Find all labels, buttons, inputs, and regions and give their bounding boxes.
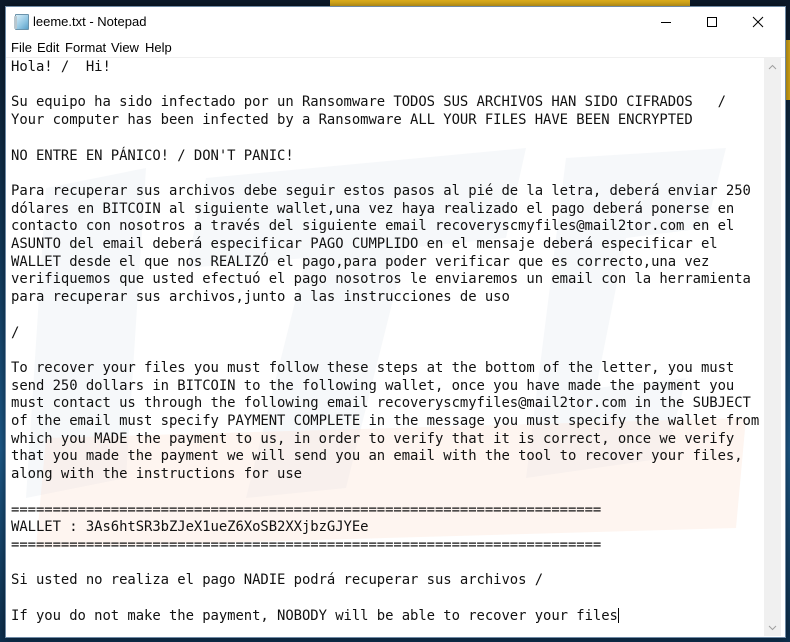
- close-button[interactable]: [735, 7, 781, 37]
- minimize-icon: [661, 22, 671, 23]
- vertical-scrollbar[interactable]: [764, 58, 781, 636]
- menu-format[interactable]: Format: [65, 40, 106, 55]
- title-bar[interactable]: leeme.txt - Notepad: [6, 7, 785, 37]
- text-caret: [617, 607, 619, 623]
- document-line: which you MADE the payment to us, in ord…: [11, 430, 735, 447]
- menu-edit[interactable]: Edit: [37, 40, 59, 55]
- document-line: Su equipo ha sido infectado por un Ranso…: [11, 94, 726, 111]
- close-icon: [752, 16, 764, 28]
- document-line: of the email must specify PAYMENT COMPLE…: [11, 413, 760, 430]
- document-line: along with the instructions for use: [11, 466, 302, 483]
- menu-help[interactable]: Help: [145, 40, 172, 55]
- document-line: /: [11, 324, 20, 341]
- scroll-down-button[interactable]: [764, 619, 781, 636]
- document-line: WALLET desde el que nos REALIZÓ el pago,…: [11, 253, 710, 270]
- document-text[interactable]: Hola! / Hi! Su equipo ha sido infectado …: [11, 59, 759, 626]
- document-line: Si usted no realiza el pago NADIE podrá …: [11, 572, 544, 589]
- notepad-window: leeme.txt - Notepad File Edit Format Vie…: [5, 6, 786, 638]
- document-line: To recover your files you must follow th…: [11, 359, 735, 376]
- document-line: NO ENTRE EN PÁNICO! / DON'T PANIC!: [11, 147, 294, 164]
- maximize-button[interactable]: [689, 7, 735, 37]
- scroll-up-button[interactable]: [764, 58, 781, 75]
- document-line: If you do not make the payment, NOBODY w…: [11, 607, 618, 624]
- window-title: leeme.txt - Notepad: [33, 14, 147, 29]
- document-line: WALLET : 3As6htSR3bZJeX1ueZ6XoSB2XXjbzGJ…: [11, 519, 369, 536]
- chevron-up-icon: [768, 64, 777, 69]
- document-line: ========================================…: [11, 501, 602, 518]
- document-line: that you made the payment we will send y…: [11, 448, 743, 465]
- minimize-button[interactable]: [643, 7, 689, 37]
- document-line: dólares en BITCOIN al siguiente wallet,u…: [11, 200, 735, 217]
- menu-file[interactable]: File: [11, 40, 32, 55]
- menu-bar: File Edit Format View Help: [6, 37, 785, 58]
- notepad-icon: [14, 14, 29, 30]
- document-line: Para recuperar sus archivos debe seguir …: [11, 182, 751, 199]
- document-line: must contact us through the following em…: [11, 395, 751, 412]
- document-line: Hola! / Hi!: [11, 59, 111, 75]
- maximize-icon: [707, 17, 717, 27]
- document-line: Your computer has been infected by a Ran…: [11, 112, 693, 129]
- document-line: para recuperar sus archivos,junto a las …: [11, 289, 510, 306]
- document-line: ASUNTO del email deberá especificar PAGO…: [11, 236, 718, 253]
- document-line: verifiquemos que usted efectuó el pago n…: [11, 271, 751, 288]
- text-editor[interactable]: Hola! / Hi! Su equipo ha sido infectado …: [6, 58, 764, 636]
- chevron-down-icon: [768, 625, 777, 630]
- document-line: contacto con nosotros a través del sigui…: [11, 218, 735, 235]
- menu-view[interactable]: View: [111, 40, 139, 55]
- document-line: ========================================…: [11, 536, 602, 553]
- document-line: send 250 dollars in BITCOIN to the follo…: [11, 377, 735, 394]
